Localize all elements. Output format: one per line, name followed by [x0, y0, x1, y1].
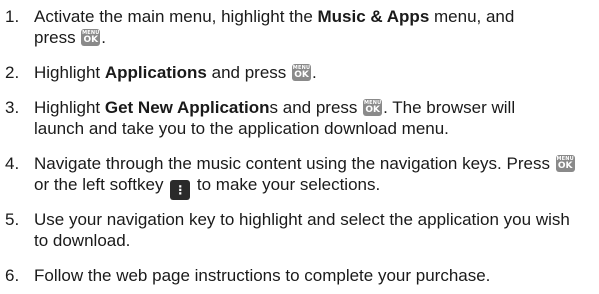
text: s and press	[269, 98, 363, 117]
step-line: Navigate through the music content using…	[34, 153, 594, 174]
menu-ok-key-icon: MENU OK	[292, 64, 311, 81]
step-number: 3.	[5, 98, 20, 117]
bold-menu-name: Get New Application	[104, 98, 270, 117]
text: Follow the web page instructions to comp…	[34, 266, 491, 285]
step-text: Navigate through the music content using…	[34, 153, 594, 200]
text: Highlight	[34, 98, 105, 117]
step-line: Use your navigation key to highlight and…	[34, 209, 594, 230]
menu-ok-key-icon: MENU OK	[81, 29, 101, 46]
menu-ok-key-icon: MENU OK	[363, 99, 383, 116]
step-number: 4.	[5, 154, 20, 173]
step-line: Activate the main menu, highlight the Mu…	[34, 6, 594, 27]
text: .	[312, 63, 317, 82]
key-label-bottom: OK	[294, 70, 309, 80]
step-line: launch and take you to the application d…	[34, 118, 594, 139]
text: press	[34, 28, 81, 47]
step-text: Highlight Applications and press MENU OK.	[34, 62, 594, 83]
text: and press	[206, 63, 291, 82]
step-text: Follow the web page instructions to comp…	[34, 265, 594, 286]
left-softkey-icon: ⋮	[170, 180, 191, 200]
step-line: Highlight Get New Applications and press…	[34, 97, 594, 118]
step-text: Activate the main menu, highlight the Mu…	[34, 6, 594, 48]
bold-menu-name: Music & Apps	[317, 7, 430, 26]
text: . The browser will	[383, 98, 516, 117]
text: to download.	[34, 231, 131, 250]
instruction-steps: 1. Activate the main menu, highlight the…	[0, 0, 599, 294]
step-line: to download.	[34, 230, 594, 251]
step-line: press MENU OK.	[34, 27, 594, 48]
step-number: 2.	[5, 63, 20, 82]
text: to make your selections.	[192, 175, 381, 194]
text: launch and take you to the application d…	[34, 119, 449, 138]
bold-menu-name: Applications	[104, 63, 207, 82]
step-number: 1.	[5, 7, 20, 26]
key-label-bottom: OK	[365, 105, 380, 115]
text: .	[101, 28, 107, 47]
text: or the left softkey	[34, 175, 169, 194]
step-text: Use your navigation key to highlight and…	[34, 209, 594, 251]
text: Use your navigation key to highlight and…	[34, 210, 570, 229]
text: menu, and	[429, 7, 515, 26]
menu-ok-key-icon: MENU OK	[555, 155, 575, 172]
text: Navigate through the music content using…	[34, 154, 555, 173]
text: Highlight	[34, 63, 105, 82]
step-number: 6.	[5, 266, 20, 285]
key-label-bottom: OK	[83, 35, 99, 45]
step-line: or the left softkey ⋮ to make your selec…	[34, 174, 594, 200]
step-number: 5.	[5, 210, 20, 229]
key-label-bottom: OK	[557, 161, 573, 171]
step-line: Follow the web page instructions to comp…	[34, 265, 594, 286]
step-line: Highlight Applications and press MENU OK.	[34, 62, 594, 83]
step-text: Highlight Get New Applications and press…	[34, 97, 594, 139]
text: Activate the main menu, highlight the	[34, 7, 318, 26]
